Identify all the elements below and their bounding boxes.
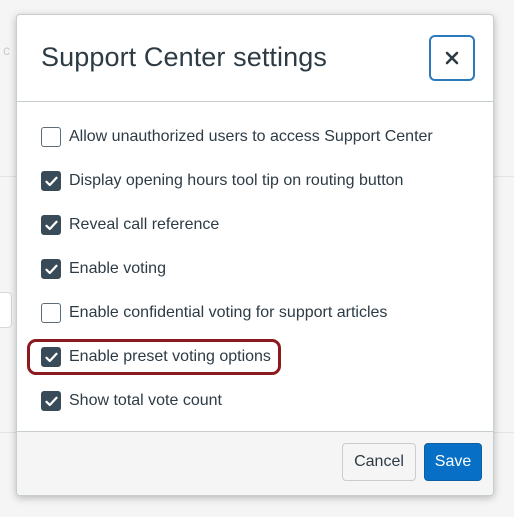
option-label: Enable preset voting options	[69, 348, 271, 365]
option-display-opening-hours-tooltip[interactable]: Display opening hours tool tip on routin…	[41, 169, 403, 193]
save-button[interactable]: Save	[424, 443, 482, 481]
option-label: Reveal call reference	[69, 216, 220, 233]
option-label: Show total vote count	[69, 392, 222, 409]
close-button[interactable]	[429, 35, 475, 81]
option-label: Display opening hours tool tip on routin…	[69, 172, 404, 189]
checkmark-icon	[44, 396, 58, 406]
support-center-settings-modal: Support Center settings Allow unauthoriz…	[16, 14, 494, 496]
modal-title: Support Center settings	[41, 42, 327, 72]
checkmark-icon	[44, 264, 58, 274]
checkmark-icon	[44, 176, 58, 186]
option-enable-confidential-voting[interactable]: Enable confidential voting for support a…	[41, 301, 387, 325]
option-label: Allow unauthorized users to access Suppo…	[69, 128, 433, 145]
checkbox[interactable]	[41, 259, 61, 279]
background-text-fragment: c	[3, 42, 10, 58]
option-label: Enable voting	[69, 260, 166, 277]
background-input-fragment	[0, 292, 12, 328]
option-label: Enable confidential voting for support a…	[69, 304, 388, 321]
checkbox[interactable]	[41, 215, 61, 235]
checkmark-icon	[44, 220, 58, 230]
checkbox[interactable]	[41, 347, 61, 367]
option-enable-voting[interactable]: Enable voting	[41, 257, 166, 281]
option-enable-preset-voting-options[interactable]: Enable preset voting options	[41, 345, 271, 369]
checkbox[interactable]	[41, 303, 61, 323]
close-icon	[445, 51, 459, 65]
modal-header: Support Center settings	[17, 15, 493, 102]
modal-body: Allow unauthorized users to access Suppo…	[17, 103, 493, 433]
checkbox[interactable]	[41, 391, 61, 411]
checkmark-icon	[44, 352, 58, 362]
checkbox[interactable]	[41, 127, 61, 147]
option-reveal-call-reference[interactable]: Reveal call reference	[41, 213, 219, 237]
option-show-total-vote-count[interactable]: Show total vote count	[41, 389, 222, 413]
modal-footer: Cancel Save	[17, 431, 493, 495]
option-allow-unauthorized-users[interactable]: Allow unauthorized users to access Suppo…	[41, 125, 433, 149]
cancel-button[interactable]: Cancel	[342, 443, 416, 481]
checkbox[interactable]	[41, 171, 61, 191]
